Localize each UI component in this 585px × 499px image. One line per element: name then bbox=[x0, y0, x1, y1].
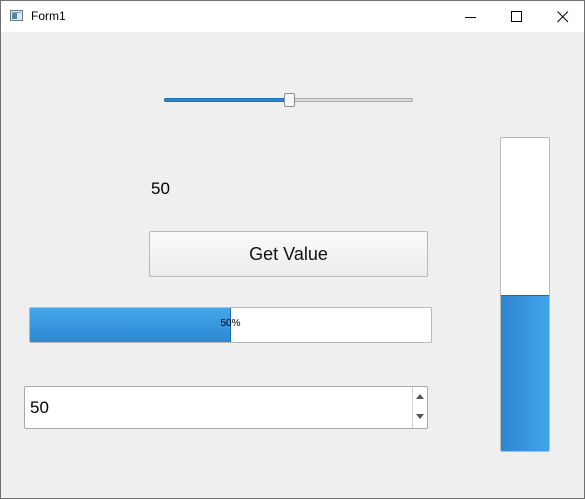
spin-up-icon[interactable] bbox=[413, 387, 427, 407]
close-button[interactable] bbox=[540, 1, 585, 32]
progress-percent-text: 50% bbox=[220, 318, 241, 329]
app-icon bbox=[10, 10, 23, 21]
spinbox-value[interactable]: 50 bbox=[30, 398, 49, 418]
value-spinbox[interactable]: 50 bbox=[24, 386, 428, 429]
vertical-progress-fill bbox=[501, 294, 549, 451]
close-icon bbox=[557, 11, 569, 23]
get-value-button[interactable]: Get Value bbox=[149, 231, 428, 277]
horizontal-slider[interactable] bbox=[164, 92, 414, 108]
slider-handle[interactable] bbox=[284, 93, 295, 107]
maximize-button[interactable] bbox=[494, 1, 540, 32]
vertical-progress-bar bbox=[500, 137, 550, 452]
spin-buttons bbox=[412, 387, 427, 428]
minimize-button[interactable] bbox=[448, 1, 494, 32]
slider-fill bbox=[164, 98, 289, 102]
value-label: 50 bbox=[151, 179, 170, 198]
minimize-icon bbox=[465, 17, 476, 18]
title-bar[interactable]: Form1 bbox=[1, 1, 584, 32]
spin-down-icon[interactable] bbox=[413, 408, 427, 428]
horizontal-progress-bar: 50% bbox=[29, 307, 432, 343]
window-title: Form1 bbox=[31, 9, 66, 23]
maximize-icon bbox=[511, 11, 522, 22]
form1-window: Form1 50 Get Value 50% 50 bbox=[0, 0, 585, 499]
